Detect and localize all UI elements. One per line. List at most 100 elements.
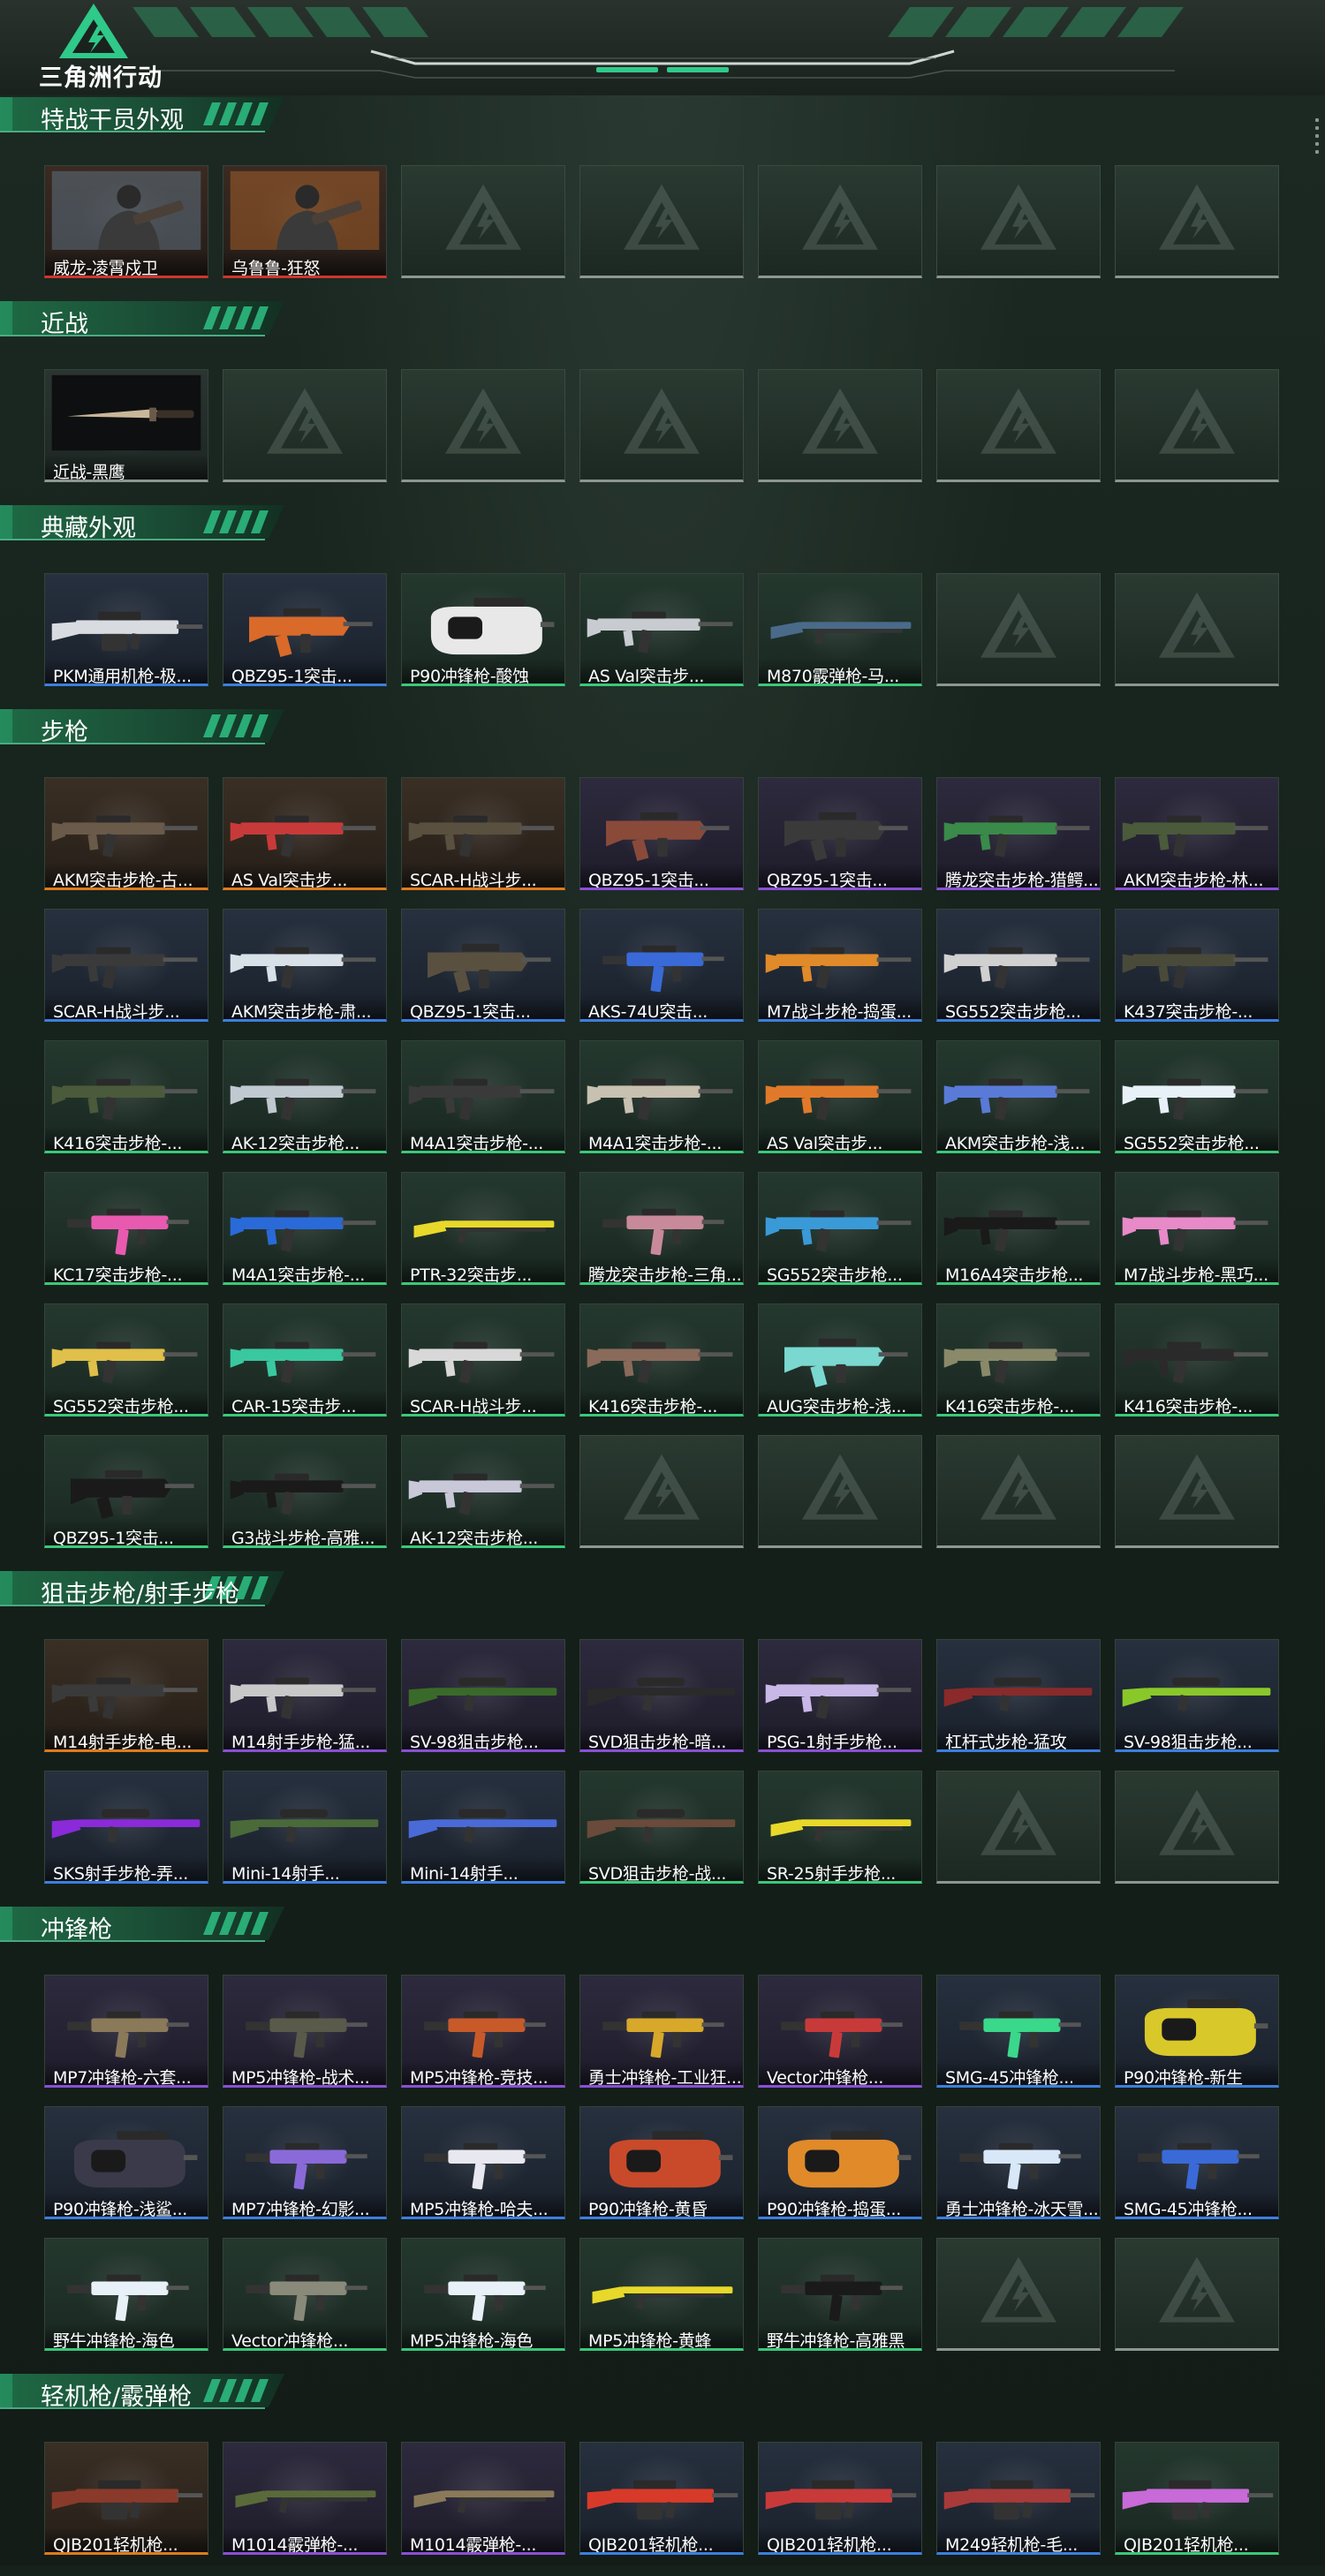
skin-card[interactable]: M16A4突击步枪... <box>936 1172 1101 1285</box>
skin-card[interactable]: KC17突击步枪-... <box>44 1172 208 1285</box>
skin-card[interactable]: SG552突击步枪... <box>1115 1040 1279 1153</box>
skin-name: M249轻机枪-毛... <box>937 2527 1100 2552</box>
skin-card[interactable]: 腾龙突击步枪-猎鳄... <box>936 777 1101 890</box>
skin-card[interactable]: 野牛冲锋枪-高雅黑 <box>758 2238 922 2351</box>
skin-card[interactable]: SG552突击步枪... <box>936 909 1101 1022</box>
skin-card[interactable]: M4A1突击步枪-... <box>401 1040 565 1153</box>
skin-card[interactable]: P90冲锋枪-黄昏 <box>579 2106 744 2219</box>
empty-slot <box>579 369 744 482</box>
skin-card[interactable]: K416突击步枪-... <box>579 1303 744 1416</box>
empty-slot <box>936 1435 1101 1548</box>
skin-card[interactable]: K437突击步枪-... <box>1115 909 1279 1022</box>
skin-card[interactable]: MP5冲锋枪-战术... <box>223 1975 387 2088</box>
skin-card[interactable]: Mini-14射手... <box>223 1771 387 1884</box>
skin-name: M4A1突击步枪-... <box>223 1258 386 1282</box>
skin-card[interactable]: P90冲锋枪-新生 <box>1115 1975 1279 2088</box>
delta-watermark-icon <box>802 1454 878 1520</box>
skin-card[interactable]: AS Val突击步... <box>758 1040 922 1153</box>
skin-card[interactable]: AKS-74U突击... <box>579 909 744 1022</box>
skin-card[interactable]: MP5冲锋枪-海色 <box>401 2238 565 2351</box>
skin-name: AK-12突击步枪... <box>402 1521 564 1545</box>
skin-card[interactable]: MP5冲锋枪-哈夫... <box>401 2106 565 2219</box>
skin-card[interactable]: M4A1突击步枪-... <box>579 1040 744 1153</box>
skin-card[interactable]: MP5冲锋枪-黄蜂 <box>579 2238 744 2351</box>
skin-card[interactable]: K416突击步枪-... <box>44 1040 208 1153</box>
skin-card[interactable]: 野牛冲锋枪-海色 <box>44 2238 208 2351</box>
skin-card[interactable]: AK-12突击步枪... <box>401 1435 565 1548</box>
skin-card[interactable]: QBZ95-1突击... <box>758 777 922 890</box>
skin-card[interactable]: 杠杆式步枪-猛攻 <box>936 1639 1101 1752</box>
skin-card[interactable]: 乌鲁鲁-狂怒 <box>223 165 387 278</box>
skin-card[interactable]: 勇士冲锋枪-工业狂... <box>579 1975 744 2088</box>
skin-card[interactable]: SKS射手步枪-弄... <box>44 1771 208 1884</box>
item-grid: AKM突击步枪-古... AS Val突击步... SCAR-H战斗步... Q… <box>0 744 1325 1548</box>
skin-card[interactable]: QBZ95-1突击... <box>401 909 565 1022</box>
skin-card[interactable]: AK-12突击步枪... <box>223 1040 387 1153</box>
skin-card[interactable]: QJB201轻机枪... <box>758 2442 922 2555</box>
skin-card[interactable]: AS Val突击步... <box>223 777 387 890</box>
skin-card[interactable]: SVD狙击步枪-暗... <box>579 1639 744 1752</box>
skin-card[interactable]: SCAR-H战斗步... <box>401 777 565 890</box>
skin-card[interactable]: MP7冲锋枪-六套... <box>44 1975 208 2088</box>
skin-card[interactable]: SV-98狙击步枪... <box>401 1639 565 1752</box>
skin-card[interactable]: 近战-黑鹰 <box>44 369 208 482</box>
skin-card[interactable]: M7战斗步枪-捣蛋... <box>758 909 922 1022</box>
skin-card[interactable]: M4A1突击步枪-... <box>223 1172 387 1285</box>
skin-card[interactable]: P90冲锋枪-浅鲨... <box>44 2106 208 2219</box>
skin-name: 近战-黑鹰 <box>45 455 208 480</box>
skin-card[interactable]: 腾龙突击步枪-三角... <box>579 1172 744 1285</box>
skin-card[interactable]: M14射手步枪-猛... <box>223 1639 387 1752</box>
skin-card[interactable]: AKM突击步枪-林... <box>1115 777 1279 890</box>
skin-card[interactable]: SCAR-H战斗步... <box>44 909 208 1022</box>
skin-card[interactable]: QBZ95-1突击... <box>579 777 744 890</box>
skin-card[interactable]: QJB201轻机枪... <box>579 2442 744 2555</box>
skin-name: Mini-14射手... <box>223 1856 386 1881</box>
skin-card[interactable]: QBZ95-1突击... <box>44 1435 208 1548</box>
skin-card[interactable]: QJB201轻机枪... <box>1115 2442 1279 2555</box>
skin-card[interactable]: M7战斗步枪-黑巧... <box>1115 1172 1279 1285</box>
skin-card[interactable]: K416突击步枪-... <box>936 1303 1101 1416</box>
skin-card[interactable]: AS Val突击步... <box>579 573 744 686</box>
delta-watermark-icon <box>980 184 1056 250</box>
skin-card[interactable]: 威龙-凌霄戍卫 <box>44 165 208 278</box>
skin-card[interactable]: M1014霰弹枪-... <box>223 2442 387 2555</box>
section-5: 冲锋枪 MP7冲锋枪-六套... MP5冲锋枪-战术... MP5冲锋枪-竞技.… <box>0 1905 1325 2372</box>
skin-card[interactable]: QJB201轻机枪... <box>44 2442 208 2555</box>
skin-card[interactable]: SVD狙击步枪-战... <box>579 1771 744 1884</box>
skin-card[interactable]: AUG突击步枪-浅... <box>758 1303 922 1416</box>
skin-card[interactable]: AKM突击步枪-古... <box>44 777 208 890</box>
skin-card[interactable]: M1014霰弹枪-... <box>401 2442 565 2555</box>
skin-name: G3战斗步枪-高雅... <box>223 1521 386 1545</box>
skin-name: AKM突击步枪-古... <box>45 863 208 888</box>
skin-card[interactable]: AKM突击步枪-肃... <box>223 909 387 1022</box>
skin-card[interactable]: K416突击步枪-... <box>1115 1303 1279 1416</box>
skin-card[interactable]: PTR-32突击步... <box>401 1172 565 1285</box>
skin-card[interactable]: Vector冲锋枪... <box>223 2238 387 2351</box>
skin-card[interactable]: M14射手步枪-电... <box>44 1639 208 1752</box>
skin-card[interactable]: SCAR-H战斗步... <box>401 1303 565 1416</box>
skin-card[interactable]: M249轻机枪-毛... <box>936 2442 1101 2555</box>
section-title: 步枪 <box>41 719 88 746</box>
section-header: 近战 <box>0 299 292 338</box>
skin-card[interactable]: 勇士冲锋枪-冰天雪... <box>936 2106 1101 2219</box>
skin-card[interactable]: Mini-14射手... <box>401 1771 565 1884</box>
skin-card[interactable]: SR-25射手步枪... <box>758 1771 922 1884</box>
skin-card[interactable]: SMG-45冲锋枪... <box>936 1975 1101 2088</box>
skin-card[interactable]: SG552突击步枪... <box>758 1172 922 1285</box>
skin-card[interactable]: SG552突击步枪... <box>44 1303 208 1416</box>
skin-card[interactable]: SV-98狙击步枪... <box>1115 1639 1279 1752</box>
skin-card[interactable]: MP7冲锋枪-幻影... <box>223 2106 387 2219</box>
skin-card[interactable]: P90冲锋枪-酸蚀 <box>401 573 565 686</box>
skin-card[interactable]: CAR-15突击步... <box>223 1303 387 1416</box>
skin-card[interactable]: SMG-45冲锋枪... <box>1115 2106 1279 2219</box>
skin-card[interactable]: PSG-1射手步枪... <box>758 1639 922 1752</box>
skin-card[interactable]: PKM通用机枪-极... <box>44 573 208 686</box>
skin-card[interactable]: Vector冲锋枪... <box>758 1975 922 2088</box>
skin-card[interactable]: MP5冲锋枪-竞技... <box>401 1975 565 2088</box>
skin-card[interactable]: P90冲锋枪-捣蛋... <box>758 2106 922 2219</box>
skin-name: AKM突击步枪-肃... <box>223 994 386 1019</box>
skin-card[interactable]: G3战斗步枪-高雅... <box>223 1435 387 1548</box>
skin-card[interactable]: QBZ95-1突击... <box>223 573 387 686</box>
skin-card[interactable]: M870霰弹枪-马... <box>758 573 922 686</box>
skin-card[interactable]: AKM突击步枪-浅... <box>936 1040 1101 1153</box>
